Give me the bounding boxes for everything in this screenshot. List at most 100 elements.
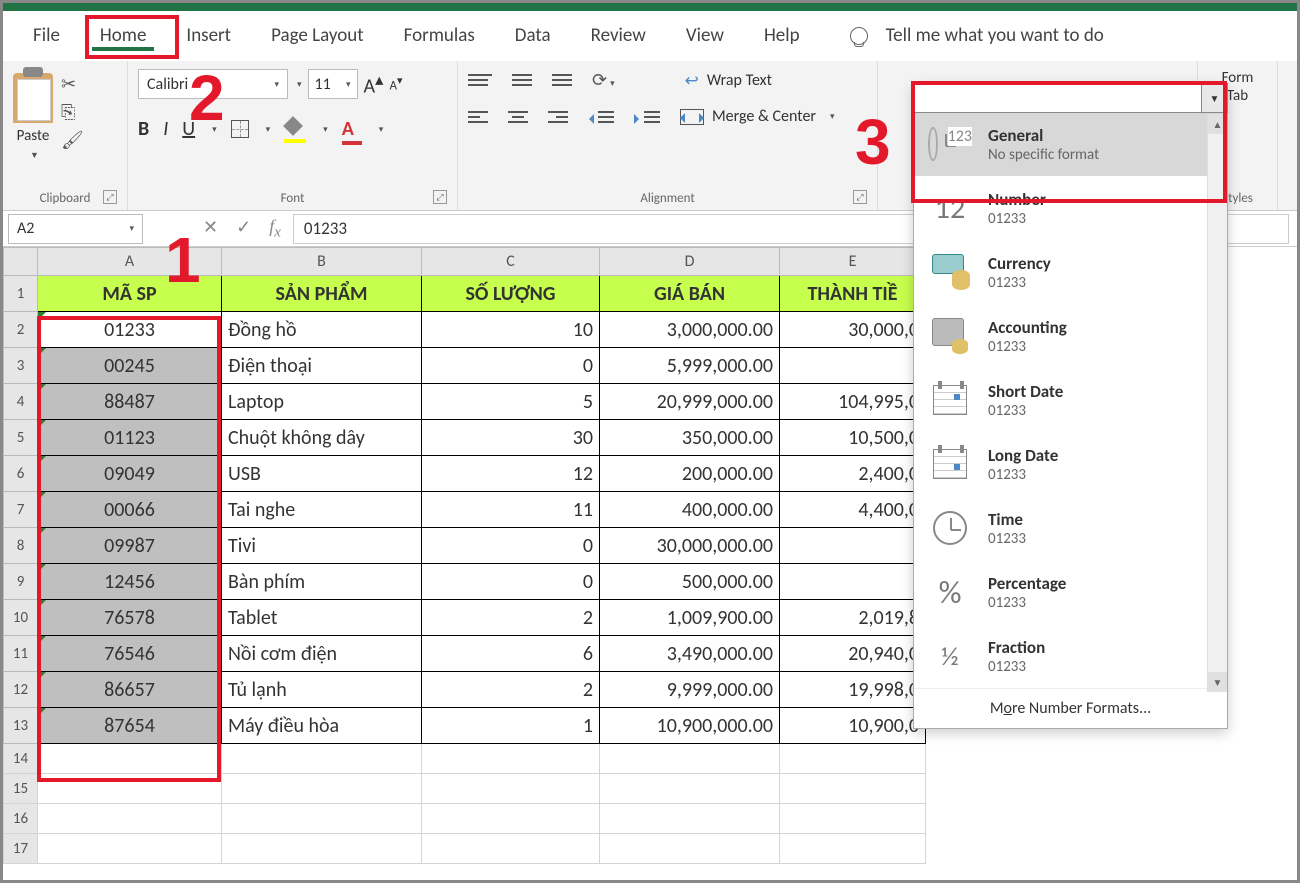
cell-B3[interactable]: Điện thoại <box>222 348 422 384</box>
dropdown-scrollbar[interactable]: ▲▼ <box>1207 114 1227 692</box>
cell-B2[interactable]: Đồng hồ <box>222 312 422 348</box>
format-option-accounting[interactable]: Accounting 01233 <box>914 304 1227 368</box>
align-right-icon[interactable] <box>548 111 568 123</box>
cell-A10[interactable]: 76578 <box>38 600 222 636</box>
grow-font-icon[interactable]: A▴ <box>364 70 384 99</box>
tab-help[interactable]: Help <box>744 14 820 57</box>
fx-icon[interactable]: fx <box>269 216 281 242</box>
cell-B10[interactable]: Tablet <box>222 600 422 636</box>
cell-D4[interactable]: 20,999,000.00 <box>600 384 780 420</box>
cell-E9[interactable] <box>780 564 926 600</box>
col-header-D[interactable]: D <box>600 248 780 276</box>
cell-B9[interactable]: Bàn phím <box>222 564 422 600</box>
tab-insert[interactable]: Insert <box>166 14 251 57</box>
cell-A7[interactable]: 00066 <box>38 492 222 528</box>
tab-review[interactable]: Review <box>571 14 666 57</box>
alignment-launcher[interactable]: ⤢ <box>853 190 867 204</box>
cell-D9[interactable]: 500,000.00 <box>600 564 780 600</box>
row-header-1[interactable]: 1 <box>4 276 38 312</box>
header-thanh-tien[interactable]: THÀNH TIỀ <box>780 276 926 312</box>
row-header-2[interactable]: 2 <box>4 312 38 348</box>
cell-B12[interactable]: Tủ lạnh <box>222 672 422 708</box>
cut-icon[interactable]: ✂ <box>61 75 84 93</box>
cell-A13[interactable]: 87654 <box>38 708 222 744</box>
align-bottom-icon[interactable] <box>552 74 572 86</box>
tab-page-layout[interactable]: Page Layout <box>251 14 384 57</box>
cell-D12[interactable]: 9,999,000.00 <box>600 672 780 708</box>
format-option-currency[interactable]: Currency01233 <box>914 240 1227 304</box>
wrap-text-button[interactable]: ↩Wrap Text <box>685 70 772 91</box>
row-header-7[interactable]: 7 <box>4 492 38 528</box>
cell-D7[interactable]: 400,000.00 <box>600 492 780 528</box>
header-so-luong[interactable]: SỐ LƯỢNG <box>422 276 600 312</box>
format-option-shortdate[interactable]: Short Date01233 <box>914 368 1227 432</box>
cell-E2[interactable]: 30,000,0 <box>780 312 926 348</box>
cell-A3[interactable]: 00245 <box>38 348 222 384</box>
cell-D6[interactable]: 200,000.00 <box>600 456 780 492</box>
cell-C5[interactable]: 30 <box>422 420 600 456</box>
enter-formula-icon[interactable]: ✓ <box>236 216 251 242</box>
format-option-longdate[interactable]: Long Date01233 <box>914 432 1227 496</box>
cell-B4[interactable]: Laptop <box>222 384 422 420</box>
name-box[interactable]: A2▾ <box>8 214 143 244</box>
format-option-fraction[interactable]: ½ Fraction01233 <box>914 624 1227 688</box>
font-size-select[interactable]: 11▾ <box>308 69 358 99</box>
tell-me-search[interactable]: Tell me what you want to do <box>850 24 1104 47</box>
align-top-icon[interactable] <box>468 74 492 86</box>
row-header-3[interactable]: 3 <box>4 348 38 384</box>
cell-D2[interactable]: 3,000,000.00 <box>600 312 780 348</box>
decrease-indent-icon[interactable] <box>588 111 614 123</box>
cell-C4[interactable]: 5 <box>422 384 600 420</box>
cell-C3[interactable]: 0 <box>422 348 600 384</box>
tab-data[interactable]: Data <box>495 14 571 57</box>
fill-color-icon[interactable] <box>284 121 306 137</box>
underline-button[interactable]: U <box>182 117 195 141</box>
format-option-number[interactable]: 12 Number01233 <box>914 176 1227 240</box>
row-header-17[interactable]: 17 <box>4 834 38 864</box>
number-format-selector[interactable]: ▼ <box>913 83 1228 113</box>
cell-D10[interactable]: 1,009,900.00 <box>600 600 780 636</box>
cell-C12[interactable]: 2 <box>422 672 600 708</box>
cell-B11[interactable]: Nồi cơm điện <box>222 636 422 672</box>
merge-center-button[interactable]: Merge & Center▾ <box>680 107 835 126</box>
row-header-6[interactable]: 6 <box>4 456 38 492</box>
cell-E10[interactable]: 2,019,8 <box>780 600 926 636</box>
cell-E4[interactable]: 104,995,0 <box>780 384 926 420</box>
more-number-formats[interactable]: More Number Formats... <box>914 688 1227 728</box>
tab-file[interactable]: File <box>13 14 80 57</box>
row-header-5[interactable]: 5 <box>4 420 38 456</box>
row-header-8[interactable]: 8 <box>4 528 38 564</box>
cell-C9[interactable]: 0 <box>422 564 600 600</box>
cell-D5[interactable]: 350,000.00 <box>600 420 780 456</box>
cell-C2[interactable]: 10 <box>422 312 600 348</box>
header-san-pham[interactable]: SẢN PHẨM <box>222 276 422 312</box>
cell-B8[interactable]: Tivi <box>222 528 422 564</box>
cell-D13[interactable]: 10,900,000.00 <box>600 708 780 744</box>
cell-C10[interactable]: 2 <box>422 600 600 636</box>
cell-A9[interactable]: 12456 <box>38 564 222 600</box>
col-header-E[interactable]: E <box>780 248 926 276</box>
cell-C11[interactable]: 6 <box>422 636 600 672</box>
cell-B6[interactable]: USB <box>222 456 422 492</box>
cell-C6[interactable]: 12 <box>422 456 600 492</box>
row-header-13[interactable]: 13 <box>4 708 38 744</box>
font-name-select[interactable]: Calibri▾ <box>138 69 288 99</box>
tab-home[interactable]: Home <box>80 14 167 57</box>
cell-A2[interactable]: 01233 <box>38 312 222 348</box>
format-painter-icon[interactable]: 🖌 <box>61 131 84 149</box>
cell-C8[interactable]: 0 <box>422 528 600 564</box>
copy-icon[interactable]: ⎘ <box>61 103 84 121</box>
clipboard-launcher[interactable]: ⤢ <box>103 190 117 204</box>
cell-A5[interactable]: 01123 <box>38 420 222 456</box>
orientation-icon[interactable]: ⟳▾ <box>592 69 615 91</box>
row-header-15[interactable]: 15 <box>4 774 38 804</box>
row-header-14[interactable]: 14 <box>4 744 38 774</box>
cancel-formula-icon[interactable]: ✕ <box>203 216 218 242</box>
cell-D8[interactable]: 30,000,000.00 <box>600 528 780 564</box>
format-option-percentage[interactable]: % Percentage01233 <box>914 560 1227 624</box>
cell-E7[interactable]: 4,400,0 <box>780 492 926 528</box>
row-header-11[interactable]: 11 <box>4 636 38 672</box>
cell-E12[interactable]: 19,998,0 <box>780 672 926 708</box>
tab-formulas[interactable]: Formulas <box>384 14 495 57</box>
cell-E8[interactable] <box>780 528 926 564</box>
